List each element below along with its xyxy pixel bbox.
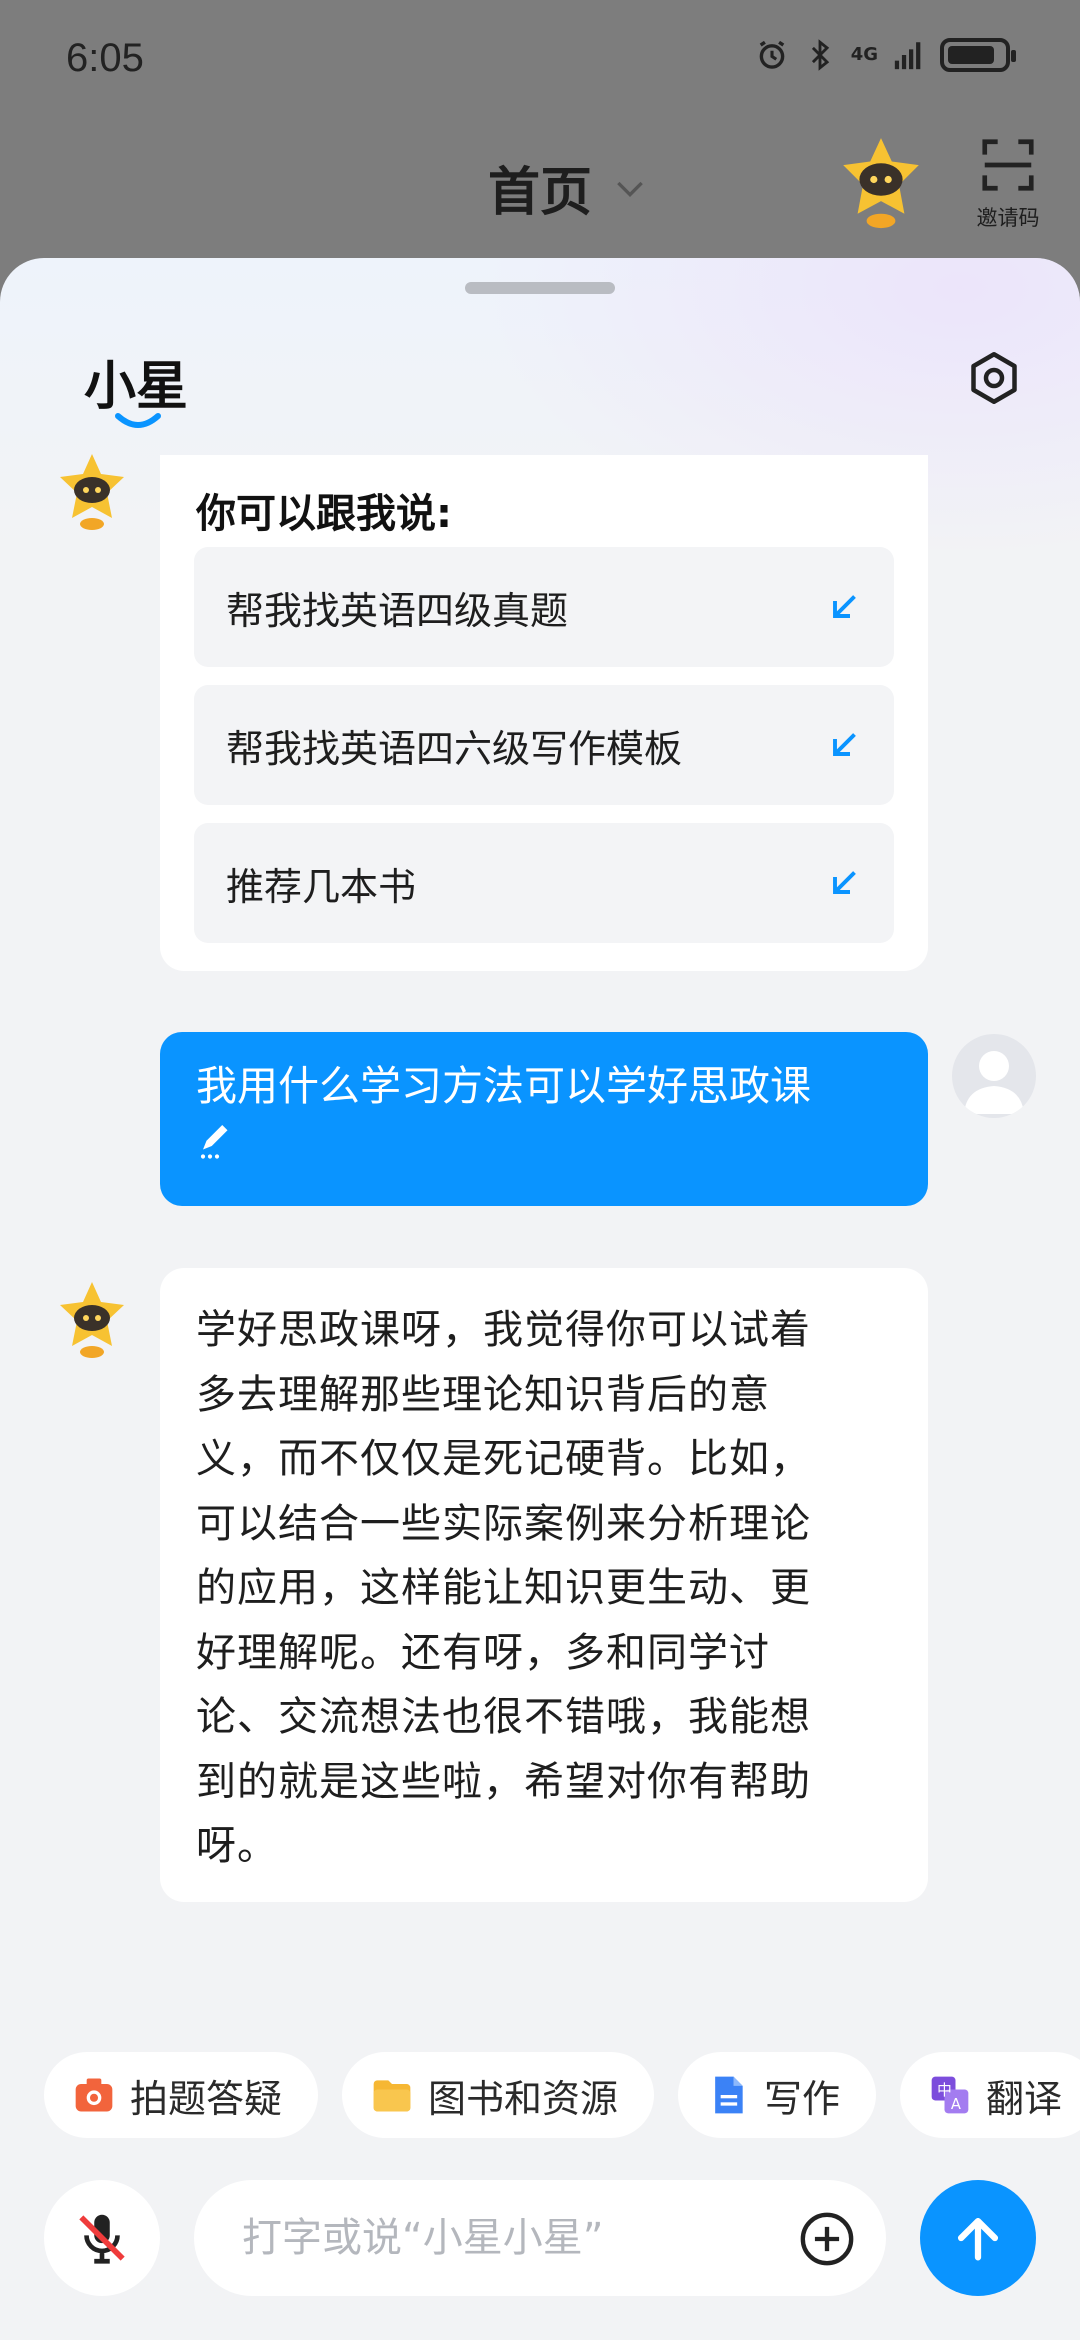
arrow-down-left-icon [833, 733, 856, 756]
mic-off-icon [79, 2214, 125, 2264]
reply-line: 多去理解那些理论知识背后的意 [196, 1371, 770, 1418]
arrow-down-left-icon [833, 871, 856, 894]
camera-icon [75, 2078, 113, 2112]
person-icon [964, 1051, 1024, 1114]
suggestion-card: 你可以跟我说: 帮我找英语四级真题 帮我找英语四六级写作模板 推荐几本书 [160, 455, 928, 971]
scan-icon [982, 139, 1034, 191]
status-time: 6:05 [66, 36, 144, 80]
shortcut-chips: 拍题答疑 图书和资源 写作 中A 翻译 [44, 2052, 1080, 2138]
home-dropdown[interactable]: 首页 [488, 150, 650, 225]
suggestion-label: 帮我找英语四六级写作模板 [226, 726, 683, 771]
suggestion-label: 帮我找英语四级真题 [226, 588, 569, 633]
user-message-bubble: 我用什么学习方法可以学好思政课 [160, 1032, 928, 1206]
mic-off-button[interactable] [44, 2180, 160, 2296]
reply-line: 呀。 [196, 1823, 278, 1869]
assistant-reply-card: 学好思政课呀，我觉得你可以试着 多去理解那些理论知识背后的意 义，而不仅仅是死记… [160, 1268, 928, 1902]
document-icon [715, 2076, 743, 2114]
user-avatar[interactable] [952, 1034, 1036, 1118]
chip-label: 图书和资源 [428, 2076, 619, 2121]
suggestion-item[interactable]: 帮我找英语四六级写作模板 [194, 685, 894, 805]
sheet-title: 小星 [84, 357, 189, 417]
reply-line: 到的就是这些啦，希望对你有帮助 [196, 1758, 811, 1805]
invite-label: 邀请码 [976, 206, 1040, 230]
user-message-text: 我用什么学习方法可以学好思政课 [196, 1062, 811, 1110]
bot-avatar [60, 454, 124, 530]
reply-line: 好理解呢。还有呀，多和同学讨 [196, 1629, 770, 1676]
star-mascot-icon[interactable] [836, 134, 926, 234]
signal-icon [894, 42, 921, 70]
reply-line: 的应用，这样能让知识更生动、更 [196, 1565, 811, 1611]
title-underline [115, 413, 161, 428]
network-label: 4G [850, 44, 878, 65]
message-input-box [194, 2180, 886, 2296]
chevron-down-icon [617, 181, 643, 197]
reply-line: 学好思政课呀，我觉得你可以试着 [196, 1307, 811, 1353]
chip-translate[interactable]: 中A 翻译 [900, 2052, 1080, 2138]
status-icons: 4G [755, 38, 1016, 72]
suggestion-item[interactable]: 推荐几本书 [194, 823, 894, 943]
svg-text:A: A [951, 2096, 961, 2113]
arrow-down-left-icon [833, 595, 856, 618]
edit-icon[interactable] [196, 1118, 238, 1160]
chip-label: 拍题答疑 [130, 2076, 283, 2121]
reply-line: 论、交流想法也很不错哦，我能想 [196, 1694, 811, 1740]
folder-icon [373, 2080, 411, 2112]
settings-icon[interactable] [964, 348, 1024, 408]
suggestion-item[interactable]: 帮我找英语四级真题 [194, 547, 894, 667]
send-button[interactable] [920, 2180, 1036, 2296]
status-bar: 6:05 4G [0, 0, 1080, 120]
invite-code-button[interactable]: 邀请码 [968, 134, 1048, 232]
reply-line: 可以结合一些实际案例来分析理论 [196, 1500, 811, 1547]
message-input[interactable] [242, 2208, 762, 2268]
alarm-icon [759, 40, 785, 69]
chip-books[interactable]: 图书和资源 [342, 2052, 655, 2138]
drag-handle[interactable] [465, 282, 615, 294]
chip-label: 翻译 [986, 2076, 1063, 2121]
bot-avatar [60, 1282, 124, 1358]
arrow-up-icon [957, 2217, 999, 2261]
suggestion-title: 你可以跟我说: [196, 491, 452, 537]
translate-icon: 中A [931, 2076, 969, 2114]
top-nav: 首页 邀请码 [0, 120, 1080, 260]
battery-icon [940, 38, 1016, 72]
chip-label: 写作 [764, 2076, 841, 2121]
home-title: 首页 [488, 163, 593, 223]
plus-circle-icon[interactable] [798, 2210, 856, 2268]
reply-line: 义，而不仅仅是死记硬背。比如， [196, 1436, 811, 1482]
svg-text:中: 中 [937, 2082, 952, 2099]
bluetooth-icon [811, 39, 829, 71]
suggestion-label: 推荐几本书 [226, 864, 417, 909]
chip-photo-qa[interactable]: 拍题答疑 [44, 2052, 319, 2138]
chip-writing[interactable]: 写作 [678, 2052, 877, 2138]
